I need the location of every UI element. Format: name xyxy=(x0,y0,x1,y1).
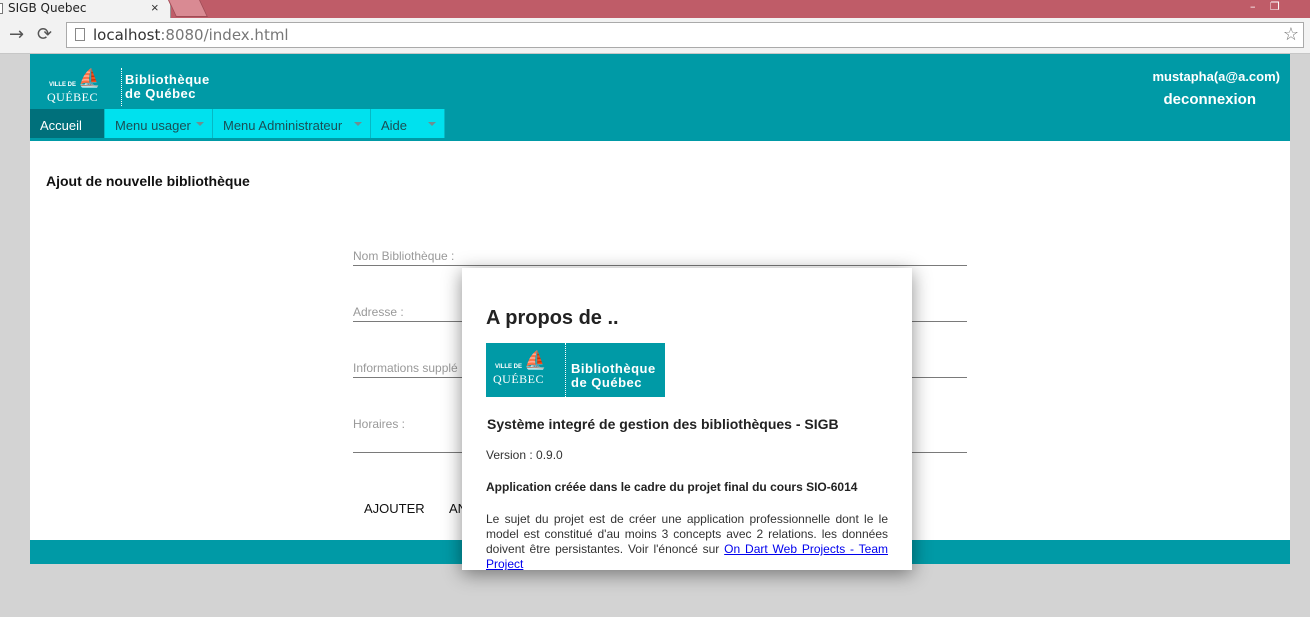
tab-close-icon[interactable]: × xyxy=(151,0,159,15)
dialog-subtitle: Système integré de gestion des bibliothè… xyxy=(487,416,839,432)
page-favicon-icon xyxy=(0,3,3,14)
page-title: Ajout de nouvelle bibliothèque xyxy=(46,173,250,189)
nom-bibliotheque-field[interactable]: Nom Bibliothèque : xyxy=(353,247,967,266)
new-tab-button[interactable] xyxy=(168,0,208,17)
logout-link[interactable]: deconnexion xyxy=(1163,91,1256,108)
page-icon xyxy=(75,28,85,41)
logo-separator xyxy=(565,343,566,397)
app-description: Application créée dans le cadre du proje… xyxy=(486,480,858,494)
bookmark-star-icon[interactable]: ☆ xyxy=(1283,24,1299,45)
bibliotheque-logo-text: Bibliothèque de Québec xyxy=(125,72,210,101)
ville-quebec-logo: ⛵ VILLE DE QUÉBEC xyxy=(47,68,101,104)
browser-tabstrip: SIGB Quebec × – ❐ xyxy=(0,0,1310,18)
reload-icon[interactable]: ⟳ xyxy=(37,24,52,45)
forward-arrow-icon[interactable]: → xyxy=(9,24,24,45)
dialog-title: A propos de .. xyxy=(486,307,619,329)
maximize-icon[interactable]: ❐ xyxy=(1270,0,1280,13)
menu-usager[interactable]: Menu usager xyxy=(105,109,213,138)
project-description: Le sujet du projet est de créer une appl… xyxy=(486,512,889,570)
minimize-icon[interactable]: – xyxy=(1250,0,1256,13)
chevron-down-icon xyxy=(196,122,204,126)
address-bar[interactable]: localhost:8080/index.html ☆ xyxy=(66,22,1304,48)
dialog-logo: ⛵ VILLE DE QUÉBEC Bibliothèque de Québec xyxy=(486,343,665,397)
menu-aide[interactable]: Aide xyxy=(371,109,445,138)
bibliotheque-logo-text: Bibliothèque de Québec xyxy=(571,361,656,390)
ville-quebec-logo: ⛵ VILLE DE QUÉBEC xyxy=(493,350,547,386)
chevron-down-icon xyxy=(354,122,362,126)
menu-accueil[interactable]: Accueil xyxy=(30,109,105,138)
user-email: mustapha(a@a.com) xyxy=(1152,69,1280,84)
ajouter-button[interactable]: AJOUTER xyxy=(364,501,425,516)
site-logo[interactable]: ⛵ VILLE DE QUÉBEC Bibliothèque de Québec xyxy=(46,68,226,108)
ship-icon: ⛵ xyxy=(524,350,547,370)
about-dialog: A propos de .. ⛵ VILLE DE QUÉBEC Bibliot… xyxy=(462,268,912,570)
chevron-down-icon xyxy=(428,122,436,126)
version-text: Version : 0.9.0 xyxy=(486,448,563,462)
tab-title: SIGB Quebec xyxy=(8,1,87,15)
browser-tab[interactable]: SIGB Quebec × xyxy=(0,0,171,18)
site-header: ⛵ VILLE DE QUÉBEC Bibliothèque de Québec… xyxy=(30,54,1290,141)
ship-icon: ⛵ xyxy=(78,68,101,88)
browser-toolbar: → ⟳ localhost:8080/index.html ☆ xyxy=(0,18,1310,54)
menu-administrateur[interactable]: Menu Administrateur xyxy=(213,109,371,138)
url-text[interactable]: localhost:8080/index.html xyxy=(93,26,289,44)
logo-separator xyxy=(121,68,122,106)
